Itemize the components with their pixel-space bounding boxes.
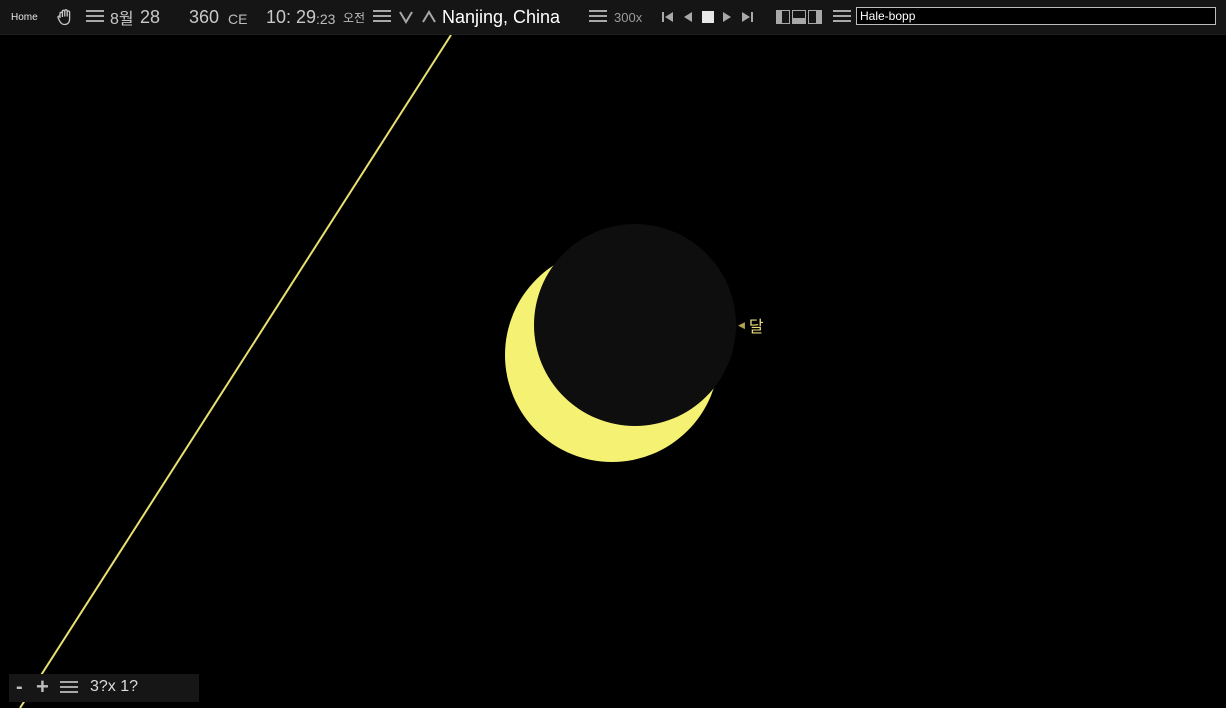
- sky-view[interactable]: [0, 35, 1226, 708]
- skip-forward-icon[interactable]: [740, 0, 754, 34]
- moon-shadow-disk: [534, 224, 736, 426]
- layout-right-panel-icon[interactable]: [808, 0, 822, 34]
- pan-hand-icon[interactable]: [55, 0, 75, 34]
- search-menu-icon[interactable]: [833, 0, 851, 34]
- zoom-out-button[interactable]: -: [16, 676, 23, 699]
- stop-icon[interactable]: [702, 0, 714, 34]
- zoom-in-button[interactable]: +: [36, 674, 49, 700]
- speed-value[interactable]: 300x: [614, 0, 642, 34]
- layout-left-panel-icon[interactable]: [776, 0, 790, 34]
- search-input[interactable]: [856, 7, 1216, 25]
- seconds-value[interactable]: :23: [316, 2, 335, 36]
- layout-bottom-panel-icon[interactable]: [792, 0, 806, 34]
- moon-label[interactable]: ◀ 달: [738, 313, 764, 337]
- month-label[interactable]: 8월: [110, 5, 134, 29]
- location-name[interactable]: Nanjing, China: [442, 0, 560, 34]
- zoom-menu-icon[interactable]: [60, 681, 78, 700]
- chevron-up-icon[interactable]: [421, 0, 437, 34]
- step-forward-icon[interactable]: [722, 0, 732, 34]
- day-value[interactable]: 28: [140, 0, 160, 34]
- moon-label-text: 달: [748, 319, 764, 336]
- ecliptic-line: [19, 35, 452, 708]
- ampm-value[interactable]: 오전: [343, 0, 365, 34]
- date-menu-icon[interactable]: [86, 0, 104, 34]
- zoom-controls: - + 3?x 1?: [9, 674, 199, 702]
- field-of-view-value[interactable]: 3?x 1?: [90, 678, 138, 696]
- location-menu-icon[interactable]: [373, 0, 391, 34]
- year-value[interactable]: 360: [189, 0, 219, 34]
- skip-back-icon[interactable]: [661, 0, 675, 34]
- speed-menu-icon[interactable]: [589, 0, 607, 34]
- home-button[interactable]: Home: [11, 0, 38, 34]
- top-toolbar: Home 8월 28 360 CE 10: 29 :23 오전 Nanjing,…: [0, 0, 1226, 35]
- step-back-icon[interactable]: [683, 0, 693, 34]
- era-value[interactable]: CE: [228, 2, 247, 36]
- chevron-down-icon[interactable]: [398, 0, 414, 34]
- moon-pointer-icon: ◀: [738, 319, 745, 330]
- hour-minute-value[interactable]: 10: 29: [266, 0, 316, 34]
